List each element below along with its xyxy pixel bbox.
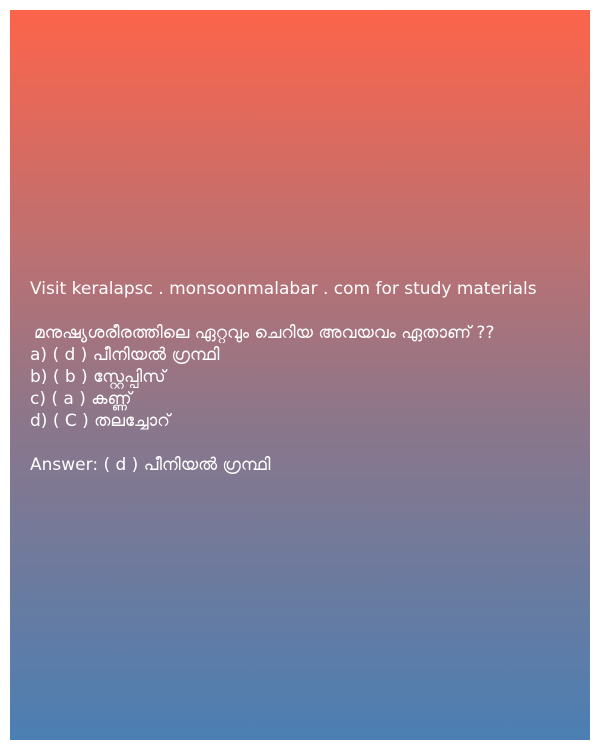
option-c: c) ( a ) കണ്ണ് — [30, 389, 132, 409]
option-a: a) ( d ) പീനിയൽ ഗ്രന്ഥി — [30, 345, 220, 365]
answer-text: Answer: ( d ) പീനിയൽ ഗ്രന്ഥി — [30, 455, 271, 475]
site-promo-text: Visit keralapsc . monsoonmalabar . com f… — [30, 279, 537, 299]
option-d: d) ( C ) തലച്ചോറ് — [30, 411, 170, 431]
option-b: b) ( b ) സ്റ്റേപ്പിസ് — [30, 367, 166, 387]
question-text: മനുഷ്യശരീരത്തിലെ ഏറ്റവും ചെറിയ അവയവം ഏതാ… — [34, 323, 495, 343]
quiz-content: Visit keralapsc . monsoonmalabar . com f… — [30, 278, 580, 476]
quiz-card: Visit keralapsc . monsoonmalabar . com f… — [10, 10, 590, 740]
